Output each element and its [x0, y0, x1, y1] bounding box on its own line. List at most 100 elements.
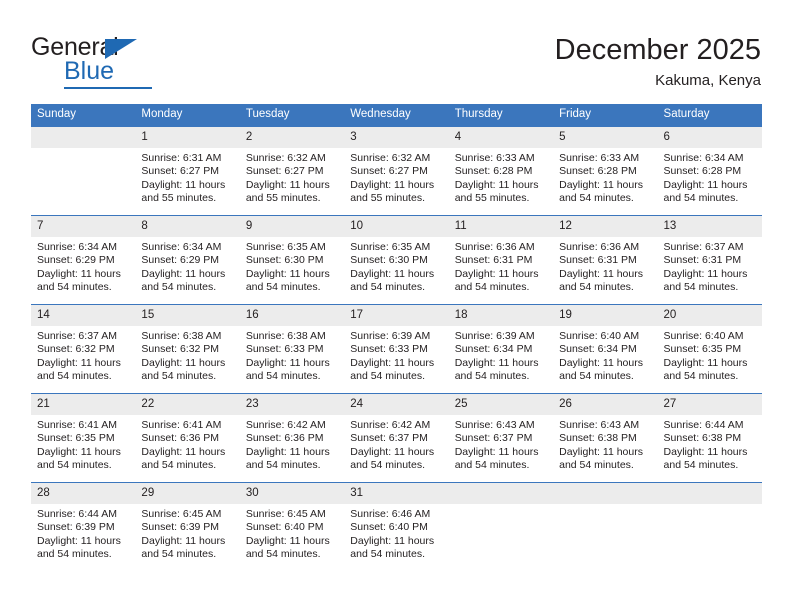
calendar-day-cell[interactable]: 30 Sunrise: 6:45 AM Sunset: 6:40 PM Dayligh…	[239, 482, 345, 571]
calendar-day-cell[interactable]: 27 Sunrise: 6:44 AM Sunset: 6:38 PM Dayligh…	[657, 393, 762, 483]
daylight-text-line1: Daylight: 11 hours	[37, 356, 121, 369]
day-number: 21	[31, 394, 136, 415]
calendar-day-cell[interactable]: 14 Sunrise: 6:37 AM Sunset: 6:32 PM Dayligh…	[31, 304, 136, 394]
day-number: 4	[448, 127, 554, 148]
weekday-header-friday: Friday	[553, 104, 658, 127]
calendar-day-cell[interactable]: 25 Sunrise: 6:43 AM Sunset: 6:37 PM Dayligh…	[448, 393, 554, 483]
calendar-day-cell[interactable]: 9 Sunrise: 6:35 AM Sunset: 6:30 PM Daylight…	[239, 215, 345, 305]
calendar-day-cell[interactable]: 17 Sunrise: 6:39 AM Sunset: 6:33 PM Dayligh…	[344, 304, 449, 394]
calendar-day-cell[interactable]: 24 Sunrise: 6:42 AM Sunset: 6:37 PM Dayligh…	[344, 393, 449, 483]
daylight-text-line2: and 54 minutes.	[37, 370, 112, 383]
day-number: 16	[239, 305, 345, 326]
day-number: 26	[553, 394, 658, 415]
daylight-text-line2: and 54 minutes.	[141, 548, 217, 561]
daylight-text-line1: Daylight: 11 hours	[350, 178, 435, 191]
calendar-day-cell[interactable]: 6 Sunrise: 6:34 AM Sunset: 6:28 PM Daylight…	[657, 126, 762, 216]
sunset-text: Sunset: 6:31 PM	[663, 254, 742, 267]
page-header: General Blue December 2025 Kakuma, Kenya	[31, 33, 761, 95]
day-number: 17	[344, 305, 449, 326]
calendar-day-cell[interactable]: 18 Sunrise: 6:39 AM Sunset: 6:34 PM Dayligh…	[448, 304, 554, 394]
general-blue-logo[interactable]: General Blue	[31, 33, 251, 91]
day-details: Sunrise: 6:41 AM Sunset: 6:35 PM Daylight:…	[31, 415, 135, 473]
calendar-day-cell[interactable]: 28 Sunrise: 6:44 AM Sunset: 6:39 PM Dayligh…	[31, 482, 136, 571]
calendar-day-cell[interactable]: 7 Sunrise: 6:34 AM Sunset: 6:29 PM Daylight…	[31, 215, 136, 305]
day-details: Sunrise: 6:33 AM Sunset: 6:28 PM Daylight:…	[449, 148, 553, 206]
sunset-text: Sunset: 6:36 PM	[245, 432, 324, 445]
sunrise-text: Sunrise: 6:45 AM	[245, 508, 326, 520]
calendar-day-cell[interactable]: 1 Sunrise: 6:31 AM Sunset: 6:27 PM Daylight…	[135, 126, 240, 216]
daylight-text-line2: and 54 minutes.	[245, 459, 321, 472]
sunrise-text: Sunrise: 6:43 AM	[559, 419, 640, 431]
daylight-text-line1: Daylight: 11 hours	[37, 267, 121, 280]
sunset-text: Sunset: 6:31 PM	[454, 254, 533, 267]
day-details: Sunrise: 6:31 AM Sunset: 6:27 PM Daylight:…	[135, 148, 239, 206]
day-details: Sunrise: 6:40 AM Sunset: 6:35 PM Daylight:…	[658, 326, 762, 384]
day-number: 6	[657, 127, 762, 148]
day-number: 27	[657, 394, 762, 415]
calendar-day-cell[interactable]: 16 Sunrise: 6:38 AM Sunset: 6:33 PM Dayligh…	[239, 304, 345, 394]
day-number: 2	[239, 127, 345, 148]
calendar-day-cell[interactable]: 20 Sunrise: 6:40 AM Sunset: 6:35 PM Dayligh…	[657, 304, 762, 394]
daylight-text-line1: Daylight: 11 hours	[245, 534, 330, 547]
daylight-text-line2: and 54 minutes.	[37, 459, 112, 472]
daylight-text-line1: Daylight: 11 hours	[350, 534, 435, 547]
sunset-text: Sunset: 6:39 PM	[141, 521, 220, 534]
day-number: 28	[31, 483, 136, 504]
calendar-day-cell[interactable]: 12 Sunrise: 6:36 AM Sunset: 6:31 PM Dayligh…	[553, 215, 658, 305]
sunrise-text: Sunrise: 6:40 AM	[663, 330, 744, 342]
calendar-day-cell[interactable]: 8 Sunrise: 6:34 AM Sunset: 6:29 PM Daylight…	[135, 215, 240, 305]
calendar-day-cell[interactable]: 29 Sunrise: 6:45 AM Sunset: 6:39 PM Dayligh…	[135, 482, 240, 571]
calendar-day-cell[interactable]: 13 Sunrise: 6:37 AM Sunset: 6:31 PM Dayligh…	[657, 215, 762, 305]
calendar-day-cell[interactable]: 11 Sunrise: 6:36 AM Sunset: 6:31 PM Dayligh…	[448, 215, 554, 305]
sunrise-text: Sunrise: 6:33 AM	[559, 152, 640, 164]
day-details: Sunrise: 6:35 AM Sunset: 6:30 PM Daylight:…	[344, 237, 448, 295]
daylight-text-line1: Daylight: 11 hours	[350, 356, 435, 369]
calendar-day-cell[interactable]: 26 Sunrise: 6:43 AM Sunset: 6:38 PM Dayligh…	[553, 393, 658, 483]
day-number	[657, 483, 762, 504]
daylight-text-line1: Daylight: 11 hours	[245, 267, 330, 280]
daylight-text-line1: Daylight: 11 hours	[663, 445, 748, 458]
sunset-text: Sunset: 6:29 PM	[141, 254, 220, 267]
sunrise-text: Sunrise: 6:31 AM	[141, 152, 222, 164]
day-number: 22	[135, 394, 240, 415]
sunset-text: Sunset: 6:34 PM	[559, 343, 637, 356]
calendar-day-cell[interactable]: 5 Sunrise: 6:33 AM Sunset: 6:28 PM Daylight…	[553, 126, 658, 216]
day-details: Sunrise: 6:45 AM Sunset: 6:39 PM Daylight:…	[135, 504, 239, 562]
calendar-day-cell-empty	[553, 482, 658, 571]
daylight-text-line1: Daylight: 11 hours	[141, 356, 226, 369]
daylight-text-line2: and 54 minutes.	[141, 370, 217, 383]
day-details: Sunrise: 6:42 AM Sunset: 6:37 PM Daylight:…	[344, 415, 448, 473]
calendar-day-cell[interactable]: 2 Sunrise: 6:32 AM Sunset: 6:27 PM Daylight…	[239, 126, 345, 216]
day-number: 23	[239, 394, 345, 415]
page-title: December 2025	[554, 34, 761, 66]
sunset-text: Sunset: 6:40 PM	[350, 521, 428, 534]
daylight-text-line1: Daylight: 11 hours	[454, 178, 539, 191]
calendar-day-cell[interactable]: 3 Sunrise: 6:32 AM Sunset: 6:27 PM Daylight…	[344, 126, 449, 216]
daylight-text-line2: and 54 minutes.	[559, 459, 634, 472]
day-number: 31	[344, 483, 449, 504]
calendar-day-cell[interactable]: 22 Sunrise: 6:41 AM Sunset: 6:36 PM Dayligh…	[135, 393, 240, 483]
sunrise-text: Sunrise: 6:46 AM	[350, 508, 431, 520]
calendar-day-cell[interactable]: 21 Sunrise: 6:41 AM Sunset: 6:35 PM Dayligh…	[31, 393, 136, 483]
day-details: Sunrise: 6:43 AM Sunset: 6:37 PM Daylight:…	[449, 415, 553, 473]
sunrise-text: Sunrise: 6:34 AM	[663, 152, 744, 164]
day-number: 25	[448, 394, 554, 415]
daylight-text-line2: and 55 minutes.	[454, 192, 530, 205]
calendar-day-cell[interactable]: 19 Sunrise: 6:40 AM Sunset: 6:34 PM Dayligh…	[553, 304, 658, 394]
sunrise-text: Sunrise: 6:44 AM	[37, 508, 117, 520]
calendar-day-cell[interactable]: 31 Sunrise: 6:46 AM Sunset: 6:40 PM Dayligh…	[344, 482, 449, 571]
calendar-day-cell[interactable]: 4 Sunrise: 6:33 AM Sunset: 6:28 PM Daylight…	[448, 126, 554, 216]
sunset-text: Sunset: 6:35 PM	[37, 432, 115, 445]
calendar-day-cell[interactable]: 23 Sunrise: 6:42 AM Sunset: 6:36 PM Dayligh…	[239, 393, 345, 483]
calendar-week-row: 14 Sunrise: 6:37 AM Sunset: 6:32 PM Dayligh…	[31, 304, 762, 394]
day-number: 19	[553, 305, 658, 326]
sunset-text: Sunset: 6:38 PM	[559, 432, 637, 445]
day-number: 7	[31, 216, 136, 237]
calendar-day-cell[interactable]: 10 Sunrise: 6:35 AM Sunset: 6:30 PM Dayligh…	[344, 215, 449, 305]
sunrise-text: Sunrise: 6:36 AM	[559, 241, 640, 253]
daylight-text-line2: and 54 minutes.	[663, 459, 739, 472]
sunrise-text: Sunrise: 6:37 AM	[663, 241, 744, 253]
daylight-text-line1: Daylight: 11 hours	[245, 178, 330, 191]
calendar-week-row: 1 Sunrise: 6:31 AM Sunset: 6:27 PM Daylight…	[31, 126, 762, 216]
calendar-day-cell[interactable]: 15 Sunrise: 6:38 AM Sunset: 6:32 PM Dayligh…	[135, 304, 240, 394]
